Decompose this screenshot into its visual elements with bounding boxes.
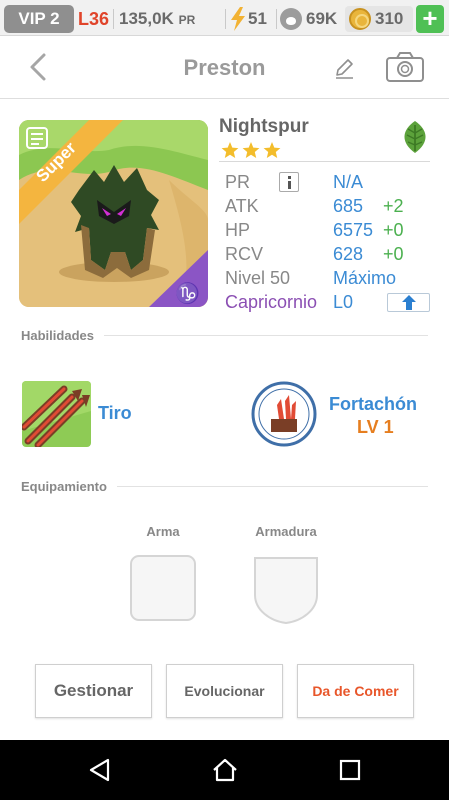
stat-value: 685 [333,196,364,216]
creature-name: Nightspur [219,116,309,137]
nav-recents-icon[interactable] [338,757,362,783]
coin-icon [349,8,371,30]
vip-badge[interactable]: VIP 2 [4,5,74,33]
stat-value: 6575 [333,220,374,240]
manage-button[interactable]: Gestionar [35,664,152,718]
stat-value: N/A [333,172,364,192]
stat-row-atk: ATK 685 +2 [225,194,435,218]
armor-label: Armadura [255,524,317,539]
star-rating [221,142,281,158]
stat-row-rcv: RCV 628 +0 [225,242,435,266]
zodiac-upgrade-button[interactable] [387,293,430,312]
system-nav-bar [0,740,449,800]
stat-value: Máximo [333,268,397,288]
nav-home-icon[interactable] [211,757,239,783]
stat-label: ATK [225,196,259,216]
star-icon [221,142,239,158]
stat-label: Nivel 50 [225,268,291,288]
equipment-section-title: Equipamiento [21,479,117,494]
stats-table: PR N/A ATK 685 +2 HP 6575 +0 RCV 628 +0 … [225,170,435,314]
add-coins-button[interactable]: + [416,5,444,33]
paw-icon [280,8,302,30]
food-unit: PR [178,13,196,27]
stat-row-pr: PR N/A [225,170,435,194]
svg-text:♑: ♑ [175,281,200,305]
stat-row-level: Nivel 50 Máximo [225,266,435,290]
weapon-label: Arma [146,524,180,539]
evolve-button[interactable]: Evolucionar [166,664,283,718]
divider [113,9,114,29]
stat-row-zodiac: Capricornio L0 [225,290,435,314]
page-title: Preston [183,55,266,80]
stat-label: RCV [225,244,264,264]
divider [225,9,226,29]
stat-label: PR [225,172,251,192]
stat-value: 628 [333,244,364,264]
page-header: Preston [0,37,449,99]
star-icon [242,142,260,158]
nav-back-icon[interactable] [87,757,113,783]
stat-row-hp: HP 6575 +0 [225,218,435,242]
abilities-section-title: Habilidades [21,328,104,343]
stat-bonus: +2 [383,196,404,216]
info-icon[interactable] [279,172,299,192]
paw-counter: 69K [306,9,338,28]
creature-portrait[interactable]: Super ♑ [19,120,208,307]
stat-label: HP [225,220,251,240]
food-value: 135,0K [119,9,174,28]
status-bar: VIP 2 L36 135,0K PR 51 69K 310 + [0,0,449,36]
skill-name-primary[interactable]: Tiro [98,403,132,424]
divider [276,9,277,29]
leaf-icon [404,121,426,153]
arrow-skill-icon[interactable] [22,381,91,447]
energy-counter: 51 [248,9,267,28]
stat-bonus: +0 [383,244,404,264]
stat-bonus: +0 [383,220,404,240]
weapon-slot[interactable] [130,555,196,621]
star-icon [263,142,281,158]
armor-slot[interactable] [252,555,320,625]
coin-counter: 310 [375,9,404,28]
skill-level: LV 1 [357,417,394,437]
skill-name-secondary[interactable]: Fortachón [329,394,417,415]
divider [219,161,430,162]
food-counter: 135,0K PR [119,6,195,33]
zodiac-label: Capricornio [225,292,318,312]
edit-icon[interactable] [333,56,357,80]
strength-skill-icon[interactable] [251,381,317,447]
zodiac-level: L0 [333,292,354,312]
energy-icon [231,7,245,31]
arrow-up-icon [402,295,416,310]
player-level: L36 [78,9,110,29]
camera-icon[interactable] [385,51,425,83]
feed-button[interactable]: Da de Comer [297,664,414,718]
